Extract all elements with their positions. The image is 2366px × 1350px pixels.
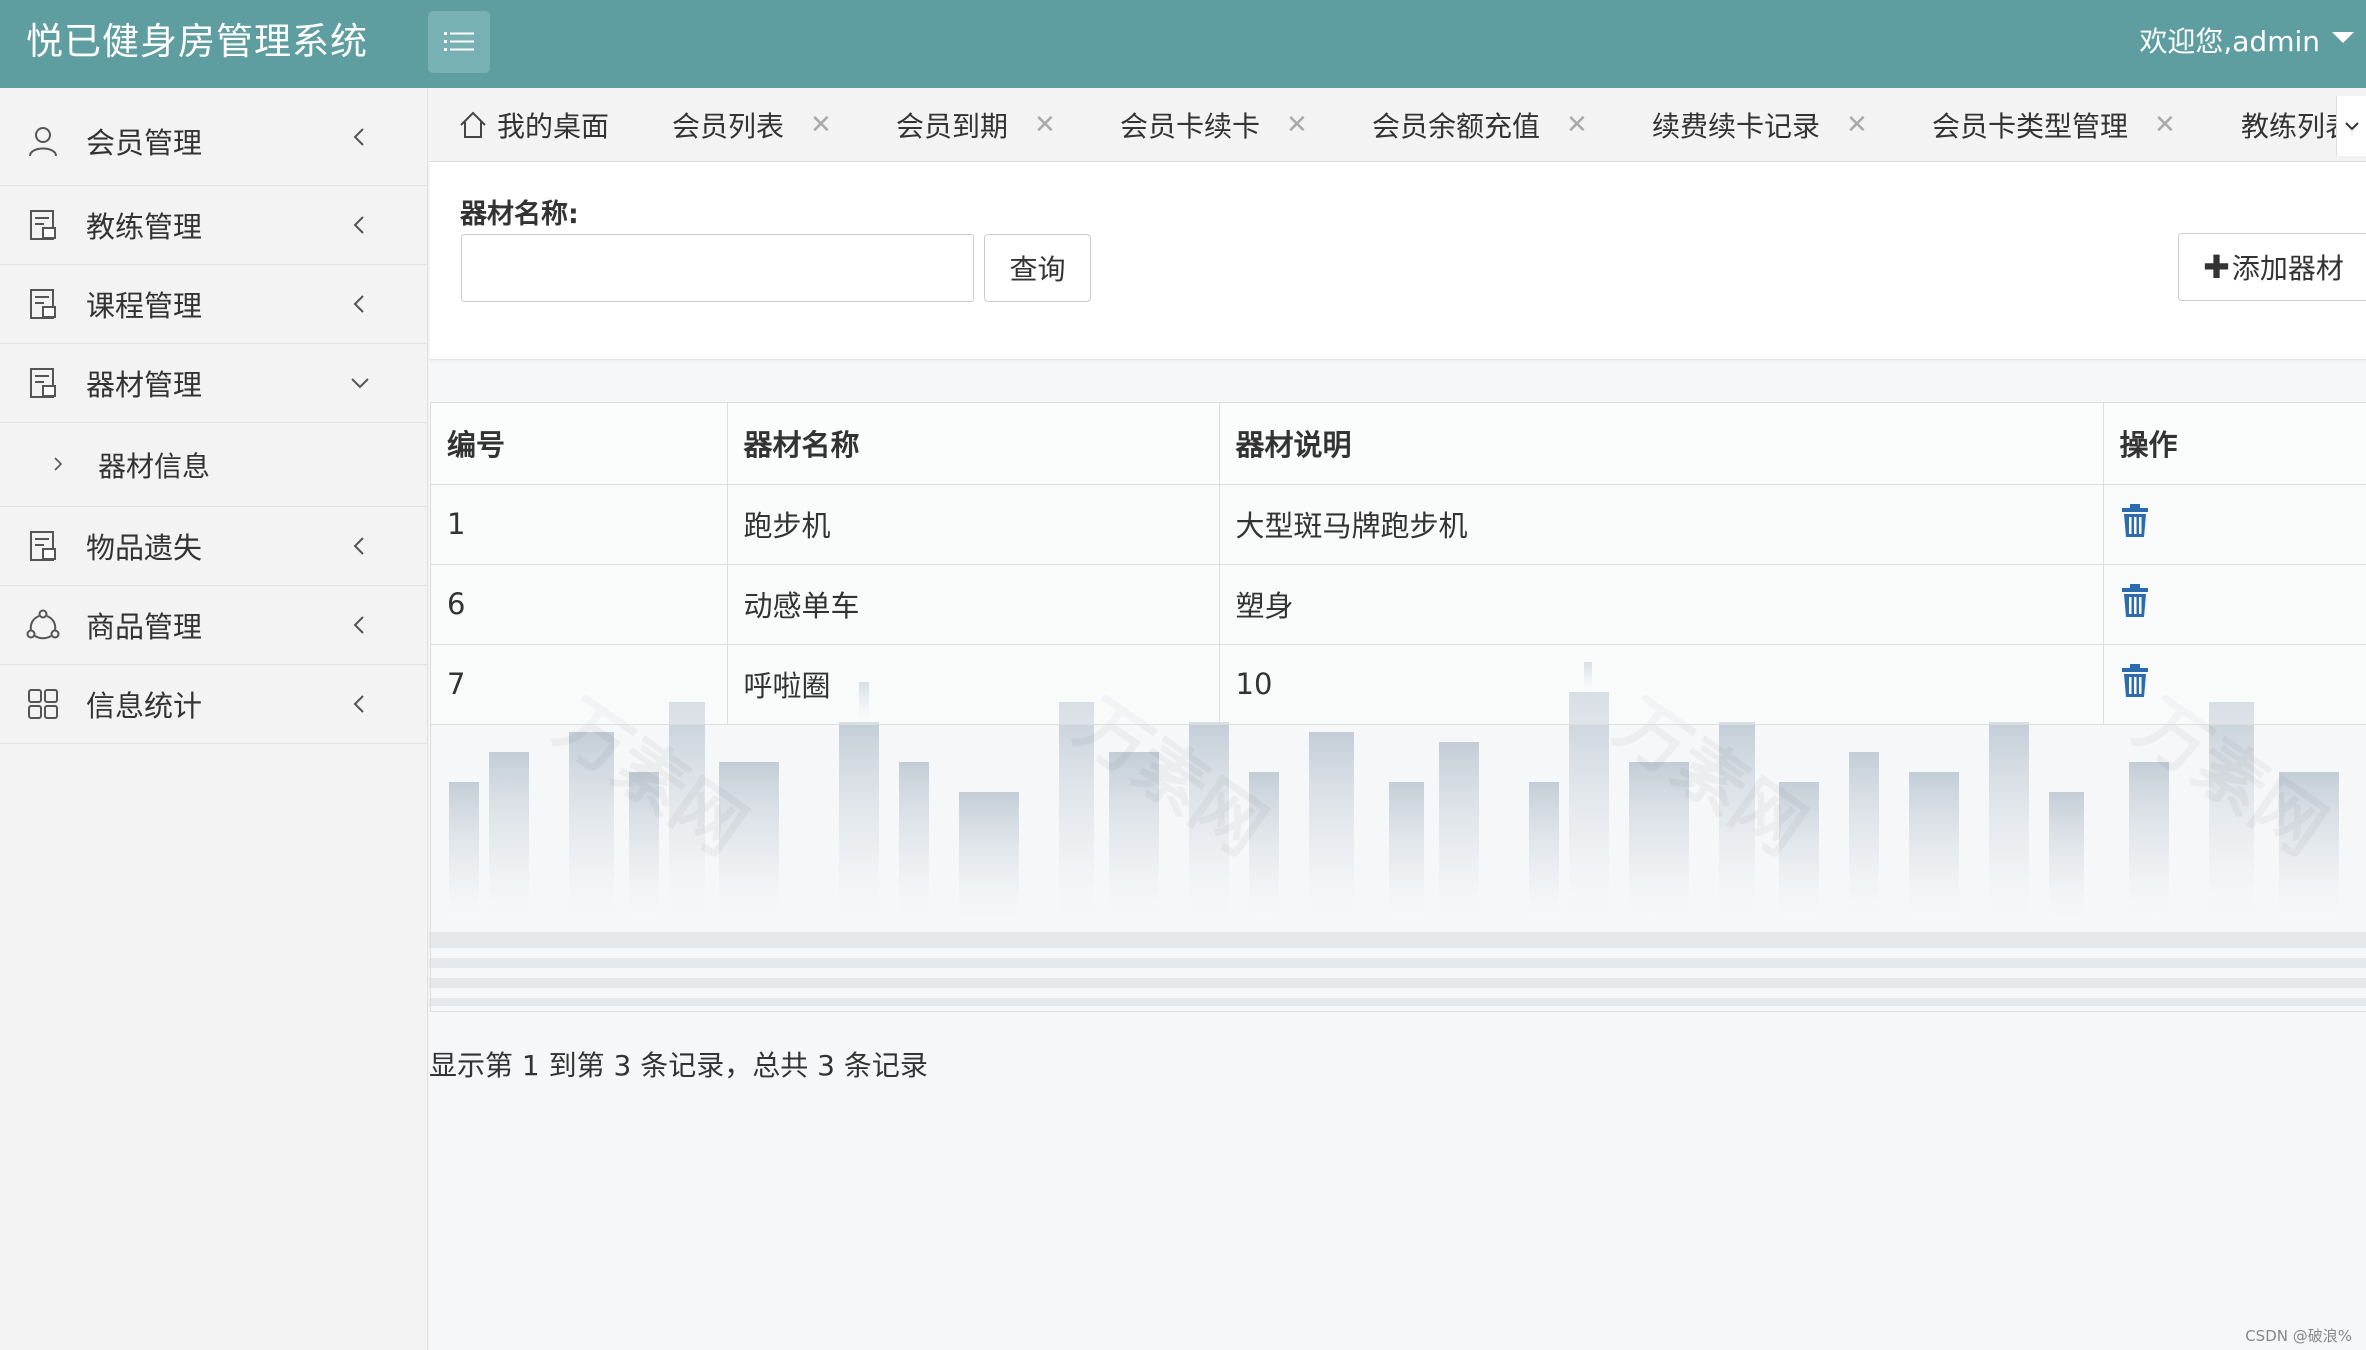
close-icon[interactable]: ✕ [1286, 110, 1308, 140]
cell-name: 跑步机 [727, 484, 1220, 565]
sidebar: 会员管理 教练管理 课程管理 器材管理 器材信息 物品遗失 商品管理 信息统计 [0, 88, 428, 1350]
sidebar-item-goods[interactable]: 商品管理 [0, 586, 427, 665]
list-icon [444, 32, 474, 51]
sidebar-item-course[interactable]: 课程管理 [0, 265, 427, 344]
sidebar-item-equipment[interactable]: 器材管理 [0, 344, 427, 423]
close-icon[interactable]: ✕ [1566, 110, 1588, 140]
chevron-right-icon [50, 456, 68, 474]
table-header-row: 编号 器材名称 器材说明 操作 [431, 403, 2366, 485]
home-icon [460, 111, 486, 138]
chevron-left-icon [349, 693, 371, 715]
equipment-table: 编号 器材名称 器材说明 操作 1 跑步机 大型斑马牌跑步机 6 动感单车 塑身… [430, 402, 2366, 1012]
main-content: 万素网 万素网 万素网 万素网 器材名称: 查询 ✚ 添加器材 编号 器材名称 … [429, 162, 2366, 1350]
grid-icon [24, 685, 62, 723]
tab-label: 会员列表 [672, 110, 785, 143]
column-header-actions: 操作 [2103, 403, 2366, 485]
tab-member-expiry[interactable]: 会员到期 ✕ [896, 88, 1056, 161]
sidebar-subitem-label: 器材信息 [98, 449, 211, 483]
sidebar-subitem-equipment-info[interactable]: 器材信息 [0, 423, 427, 507]
cell-desc: 10 [1219, 644, 2104, 725]
trash-icon[interactable] [2120, 584, 2150, 618]
tab-card-renewal[interactable]: 会员卡续卡 ✕ [1120, 88, 1308, 161]
chevron-left-icon [349, 535, 371, 557]
sidebar-item-lost-items[interactable]: 物品遗失 [0, 507, 427, 586]
tab-label: 会员余额充值 [1372, 110, 1541, 143]
table-row: 7 呼啦圈 10 [431, 644, 2366, 725]
chevron-down-icon [349, 372, 371, 394]
tab-renewal-records[interactable]: 续费续卡记录 ✕ [1652, 88, 1868, 161]
column-header-desc: 器材说明 [1219, 403, 2104, 485]
cell-desc: 塑身 [1219, 564, 2104, 645]
table-row: 1 跑步机 大型斑马牌跑步机 [431, 484, 2366, 565]
cell-name: 动感单车 [727, 564, 1220, 645]
top-header: 悦已健身房管理系统 欢迎您,admin [0, 0, 2366, 88]
search-panel: 器材名称: 查询 ✚ 添加器材 [430, 162, 2366, 360]
equipment-name-input[interactable] [461, 234, 974, 302]
sidebar-item-label: 器材管理 [86, 368, 203, 402]
chevron-left-icon [349, 126, 371, 148]
tab-card-type[interactable]: 会员卡类型管理 ✕ [1932, 88, 2176, 161]
table-row: 6 动感单车 塑身 [431, 564, 2366, 645]
tab-scroll-button[interactable] [2336, 96, 2366, 156]
chevron-left-icon [349, 293, 371, 315]
close-icon[interactable]: ✕ [1034, 110, 1056, 140]
share-icon [24, 606, 62, 644]
trash-icon[interactable] [2120, 504, 2150, 538]
column-header-name: 器材名称 [727, 403, 1220, 485]
app-title: 悦已健身房管理系统 [26, 20, 368, 63]
tab-label: 会员到期 [896, 110, 1009, 143]
sidebar-item-coach[interactable]: 教练管理 [0, 186, 427, 265]
cell-name: 呼啦圈 [727, 644, 1220, 725]
menu-toggle-button[interactable] [428, 11, 490, 73]
equipment-name-label: 器材名称: [460, 199, 579, 230]
pagination-summary: 显示第 1 到第 3 条记录，总共 3 条记录 [429, 1049, 928, 1082]
add-equipment-label: 添加器材 [2231, 252, 2344, 285]
column-header-id: 编号 [431, 403, 728, 485]
query-button[interactable]: 查询 [984, 234, 1091, 302]
user-menu[interactable]: 欢迎您,admin [2139, 22, 2320, 62]
cell-id: 1 [431, 484, 728, 565]
cell-desc: 大型斑马牌跑步机 [1219, 484, 2104, 565]
sidebar-item-label: 教练管理 [86, 210, 203, 244]
cell-actions [2103, 564, 2366, 645]
sidebar-item-label: 信息统计 [86, 689, 203, 723]
cell-id: 7 [431, 644, 728, 725]
plus-icon: ✚ [2203, 248, 2230, 286]
cell-actions [2103, 644, 2366, 725]
tab-member-list[interactable]: 会员列表 ✕ [672, 88, 832, 161]
tab-label: 续费续卡记录 [1652, 110, 1821, 143]
trash-icon[interactable] [2120, 664, 2150, 698]
tab-label: 会员卡类型管理 [1932, 110, 2129, 143]
sidebar-item-label: 课程管理 [86, 289, 203, 323]
cell-id: 6 [431, 564, 728, 645]
sidebar-item-member[interactable]: 会员管理 [0, 88, 427, 186]
caret-down-icon[interactable] [2332, 32, 2354, 43]
document-icon [24, 364, 62, 402]
document-icon [24, 527, 62, 565]
tab-bar: 我的桌面 会员列表 ✕ 会员到期 ✕ 会员卡续卡 ✕ 会员余额充值 ✕ 续费续卡… [429, 88, 2366, 162]
close-icon[interactable]: ✕ [1846, 110, 1868, 140]
sidebar-item-label: 物品遗失 [86, 531, 203, 565]
document-icon [24, 206, 62, 244]
sidebar-item-statistics[interactable]: 信息统计 [0, 665, 427, 744]
sidebar-item-label: 会员管理 [86, 125, 203, 160]
tab-label: 会员卡续卡 [1120, 110, 1261, 143]
user-icon [24, 122, 62, 160]
footer-credit: CSDN @破浪% [2245, 1327, 2352, 1345]
close-icon[interactable]: ✕ [2154, 110, 2176, 140]
document-icon [24, 285, 62, 323]
tab-desktop[interactable]: 我的桌面 [457, 88, 610, 161]
add-equipment-button[interactable]: ✚ 添加器材 [2178, 233, 2366, 301]
chevron-down-icon [2344, 122, 2359, 131]
chevron-left-icon [349, 214, 371, 236]
tab-balance-recharge[interactable]: 会员余额充值 ✕ [1372, 88, 1588, 161]
cell-actions [2103, 484, 2366, 565]
sidebar-item-label: 商品管理 [86, 610, 203, 644]
close-icon[interactable]: ✕ [810, 110, 832, 140]
chevron-left-icon [349, 614, 371, 636]
tab-label: 我的桌面 [497, 110, 610, 143]
